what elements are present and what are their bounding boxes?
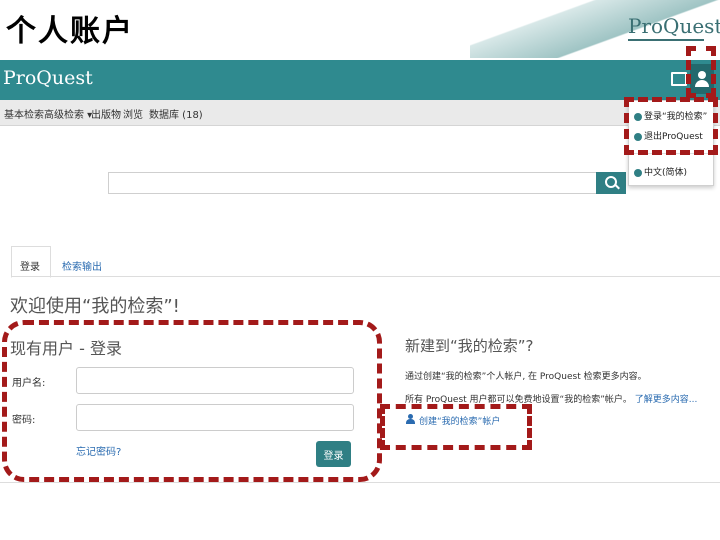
highlight-user-icon [686,46,716,98]
welcome-heading: 欢迎使用“我的检索”! [10,296,180,317]
highlight-dropdown [624,97,718,155]
tab-login-label[interactable]: 登录 [20,258,40,273]
nav-publications[interactable]: 出版物 [91,106,121,121]
corner-logo-underline [628,39,704,41]
footer-divider [0,482,720,483]
globe-icon [634,168,642,177]
signup-text-1: 通过创建“我的检索”个人帐户, 在 ProQuest 检索更多内容。 [405,372,647,382]
corner-logo: ProQuest [628,14,720,38]
learn-more-link[interactable]: 了解更多内容... [635,395,698,405]
nav-databases[interactable]: 数据库 (18) [149,106,203,121]
top-bar [0,60,720,100]
tab-search-output[interactable]: 检索输出 [62,258,102,273]
nav-advanced-search[interactable]: 高级检索 ▾ [44,106,92,121]
highlight-login-box [2,320,382,482]
slide-title: 个人账户 [6,14,134,49]
search-input[interactable] [108,172,597,194]
nav-basic-search[interactable]: 基本检索 [4,106,44,121]
nav-browse[interactable]: 浏览 [123,106,143,121]
search-button[interactable] [596,172,626,194]
menu-language[interactable]: 中文(简体) [634,165,687,178]
proquest-logo[interactable]: ProQuest [3,67,93,89]
highlight-create-account [380,404,532,450]
signup-heading: 新建到“我的检索”? [405,337,534,355]
folder-icon[interactable] [671,72,687,86]
tab-divider [11,276,720,277]
